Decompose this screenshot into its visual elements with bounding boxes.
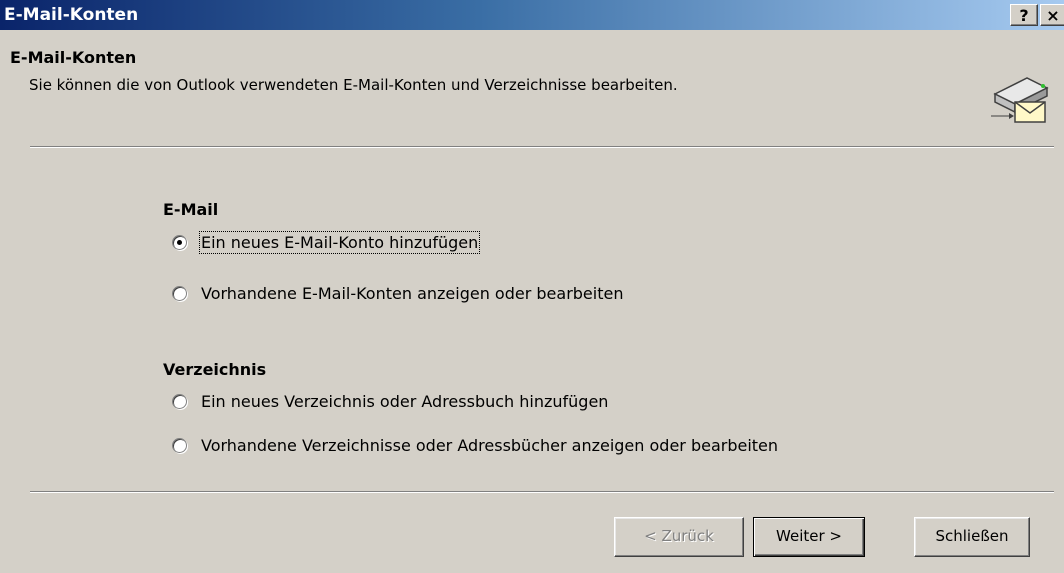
header-separator xyxy=(30,146,1054,148)
title-bar: E-Mail-Konten ? × xyxy=(0,0,1064,30)
next-button[interactable]: Weiter > xyxy=(753,517,865,557)
directory-group-label: Verzeichnis xyxy=(163,360,267,379)
radio-add-email-account[interactable]: Ein neues E-Mail-Konto hinzufügen xyxy=(172,231,481,254)
footer-separator xyxy=(30,491,1054,493)
option-label: Ein neues E-Mail-Konto hinzufügen xyxy=(198,231,481,254)
mail-server-icon xyxy=(991,77,1049,123)
radio-button-checked[interactable] xyxy=(172,235,187,250)
radio-button[interactable] xyxy=(172,438,187,453)
radio-view-directories[interactable]: Vorhandene Verzeichnisse oder Adressbüch… xyxy=(172,436,778,455)
close-button[interactable]: Schließen xyxy=(914,517,1030,557)
radio-button[interactable] xyxy=(172,286,187,301)
option-label: Ein neues Verzeichnis oder Adressbuch hi… xyxy=(201,392,609,411)
window-title: E-Mail-Konten xyxy=(4,5,139,25)
header-subtitle: Sie können die von Outlook verwendeten E… xyxy=(29,76,678,94)
radio-button[interactable] xyxy=(172,394,187,409)
option-label: Vorhandene Verzeichnisse oder Adressbüch… xyxy=(201,436,779,455)
close-window-button[interactable]: × xyxy=(1040,4,1064,26)
radio-add-directory[interactable]: Ein neues Verzeichnis oder Adressbuch hi… xyxy=(172,392,608,411)
option-label: Vorhandene E-Mail-Konten anzeigen oder b… xyxy=(201,284,624,303)
help-button[interactable]: ? xyxy=(1010,4,1038,26)
radio-view-email-accounts[interactable]: Vorhandene E-Mail-Konten anzeigen oder b… xyxy=(172,284,623,303)
email-group-label: E-Mail xyxy=(163,200,219,219)
back-button[interactable]: < Zurück xyxy=(614,517,744,557)
header-title: E-Mail-Konten xyxy=(10,48,137,67)
